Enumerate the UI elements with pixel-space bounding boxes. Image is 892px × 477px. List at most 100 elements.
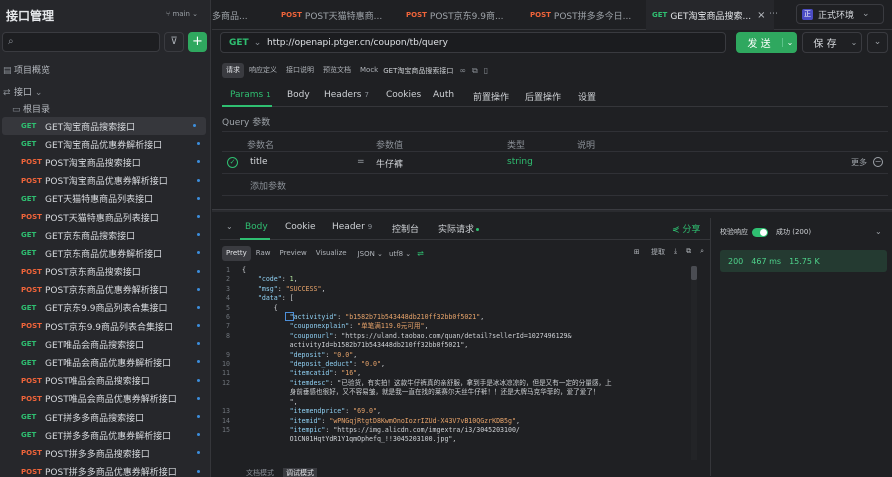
close-icon[interactable]: ×	[757, 10, 765, 21]
subtab-mock[interactable]: Mock	[356, 63, 382, 78]
sidebar-api-item[interactable]: POST POST淘宝商品搜索接口	[0, 153, 210, 171]
tab-response-header[interactable]: Header 9	[332, 222, 372, 232]
sidebar-api-item[interactable]: POST POST唯品会商品搜索接口	[0, 372, 210, 390]
mode-debug[interactable]: 调试模式	[283, 468, 317, 477]
url-input[interactable]: http://openapi.ptger.cn/coupon/tb/query	[267, 38, 448, 48]
tab-label: 实际请求	[438, 225, 475, 235]
view-visualize[interactable]: Visualize	[312, 246, 351, 261]
view-preview[interactable]: Preview	[276, 246, 311, 261]
add-param-input[interactable]: 添加参数	[250, 179, 286, 192]
send-button[interactable]: 发 送 ⌄	[736, 32, 797, 53]
tab-pre-actions[interactable]: 前置操作	[473, 90, 509, 103]
tab-2[interactable]: POST POST京东9.9商...	[405, 0, 523, 30]
tab-3[interactable]: POST POST拼多多今日...	[529, 0, 647, 30]
sidebar-api-item[interactable]: POST POST拼多多商品搜索接口	[0, 444, 210, 462]
chevron-down-icon[interactable]: ⌄	[847, 38, 861, 47]
sidebar-api-item[interactable]: GET GET拼多多商品搜索接口	[0, 408, 210, 426]
code-scrollbar[interactable]	[691, 266, 697, 460]
link-icon[interactable]: ∞	[459, 66, 472, 75]
tab-0[interactable]: 多商品...	[212, 0, 272, 30]
save-button[interactable]: 保 存 ⌄	[802, 32, 862, 53]
tab-auth[interactable]: Auth	[433, 90, 454, 100]
tab-active[interactable]: GET GET淘宝商品搜索... ×	[646, 0, 774, 30]
tab-response-cookie[interactable]: Cookie	[285, 222, 316, 232]
environment-icon: 正	[802, 8, 813, 20]
line-number: 15	[222, 425, 230, 434]
copy-icon[interactable]: ⧉	[472, 66, 484, 75]
sidebar-api-item[interactable]: GET GET唯品会商品优惠券解析接口	[0, 353, 210, 371]
subtab-preview-doc[interactable]: 预览文档	[319, 63, 355, 78]
param-type-select[interactable]: string	[507, 157, 533, 167]
sidebar-api-item[interactable]: POST POST京东商品搜索接口	[0, 263, 210, 281]
add-button[interactable]: +	[188, 32, 207, 52]
copy-icon[interactable]: ⧉	[686, 247, 691, 257]
tab-1[interactable]: POST POST天猫特惠商...	[280, 0, 398, 30]
sidebar-item-root-folder[interactable]: ▭ 根目录	[12, 102, 50, 115]
sidebar-api-item[interactable]: POST POST天猫特惠商品列表接口	[0, 208, 210, 226]
validate-toggle[interactable]	[752, 227, 768, 237]
subtab-icons[interactable]: ∞⧉▯	[459, 66, 494, 76]
subtab-request[interactable]: 请求	[222, 63, 244, 78]
view-raw[interactable]: Raw	[252, 246, 275, 261]
subtab-api-doc[interactable]: 接口说明	[282, 63, 318, 78]
sidebar-item-overview[interactable]: ▤ 项目概览	[3, 63, 50, 76]
encoding-select[interactable]: utf8 ⌄	[389, 250, 411, 258]
response-status-panel: 校验响应 成功 (200) ⌄ 200 467 ms 15.75 K	[710, 218, 892, 476]
sidebar-item-api[interactable]: ⇄ 接口 ⌄	[3, 85, 42, 98]
sidebar-api-item[interactable]: GET GET淘宝商品优惠券解析接口	[0, 135, 210, 153]
sidebar-api-item[interactable]: GET GET京东9.9商品列表合集接口	[0, 299, 210, 317]
branch-selector[interactable]: ⑂ main ⌄	[166, 10, 198, 18]
param-name-field[interactable]: title	[250, 157, 268, 167]
filter-button[interactable]: ⊽	[164, 32, 184, 52]
tab-params[interactable]: Params 1	[230, 90, 271, 100]
download-icon[interactable]: ⤓	[674, 247, 677, 257]
format-select[interactable]: JSON ⌄	[358, 250, 383, 258]
sidebar-api-item[interactable]: POST POST拼多多商品优惠券解析接口	[0, 463, 210, 477]
tab-console[interactable]: 控制台	[392, 222, 419, 235]
sidebar-search-input[interactable]: ⌕	[2, 32, 160, 52]
url-bar[interactable]: GET ⌄ http://openapi.ptger.cn/coupon/tb/q…	[220, 32, 726, 53]
tab-response-body[interactable]: Body	[245, 222, 268, 232]
remove-param-icon[interactable]: −	[873, 157, 883, 167]
sidebar-api-item[interactable]: GET GET淘宝商品搜索接口	[2, 117, 206, 136]
method-selector[interactable]: GET ⌄	[221, 38, 267, 48]
search-icon[interactable]: ⌕	[700, 247, 704, 257]
tab-body[interactable]: Body	[287, 90, 310, 100]
more-link[interactable]: 更多	[851, 157, 867, 168]
environment-selector[interactable]: 正正式环境 ⌄	[796, 4, 884, 24]
tab-label: GET淘宝商品搜索...	[670, 11, 752, 22]
tab-count: 1	[266, 91, 271, 99]
param-enabled-checkbox[interactable]: ✓	[227, 157, 238, 168]
view-pretty[interactable]: Pretty	[222, 246, 251, 261]
code-scrollbar-thumb[interactable]	[691, 266, 697, 280]
extract-button[interactable]: ⊞ 提取	[625, 247, 665, 257]
tab-post-actions[interactable]: 后置操作	[525, 90, 561, 103]
chevron-down-icon: ⌄	[862, 9, 870, 19]
sidebar-api-item[interactable]: GET GET拼多多商品优惠券解析接口	[0, 426, 210, 444]
share-button[interactable]: ⋞ 分享	[672, 222, 700, 235]
wrap-icon[interactable]: ⇌	[417, 249, 424, 258]
tabs-more-icon[interactable]: ⋯	[769, 9, 778, 19]
tab-label: Cookies	[386, 90, 422, 100]
chevron-down-icon[interactable]: ⌄	[875, 227, 882, 236]
sidebar-api-item[interactable]: GET GET京东商品搜索接口	[0, 226, 210, 244]
sidebar-api-item[interactable]: GET GET唯品会商品搜索接口	[0, 335, 210, 353]
chevron-down-icon[interactable]: ⌄	[782, 38, 797, 47]
response-body-code[interactable]: 1{2 "code": 1, 3 "msg": "SUCCESS", 4 "data…	[222, 266, 698, 460]
tab-settings[interactable]: 设置	[578, 90, 596, 103]
mode-doc[interactable]: 文档模式	[246, 468, 274, 477]
sidebar-api-item[interactable]: POST POST京东9.9商品列表合集接口	[0, 317, 210, 335]
split-handle[interactable]	[212, 209, 892, 212]
sidebar-api-item[interactable]: POST POST唯品会商品优惠券解析接口	[0, 390, 210, 408]
more-options-button[interactable]: ⌄	[867, 32, 888, 53]
panel-icon[interactable]: ▯	[484, 66, 494, 75]
sidebar-api-item[interactable]: GET GET京东商品优惠券解析接口	[0, 244, 210, 262]
sidebar-api-item[interactable]: POST POST淘宝商品优惠券解析接口	[0, 172, 210, 190]
sidebar-api-item[interactable]: POST POST京东商品优惠券解析接口	[0, 281, 210, 299]
param-value-field[interactable]: 牛仔裤	[376, 157, 403, 170]
subtab-response-def[interactable]: 响应定义	[245, 63, 281, 78]
tab-cookies[interactable]: Cookies	[386, 90, 421, 100]
tab-headers[interactable]: Headers 7	[324, 90, 369, 100]
tab-actual-request[interactable]: 实际请求	[438, 222, 480, 235]
sidebar-api-item[interactable]: GET GET天猫特惠商品列表接口	[0, 190, 210, 208]
